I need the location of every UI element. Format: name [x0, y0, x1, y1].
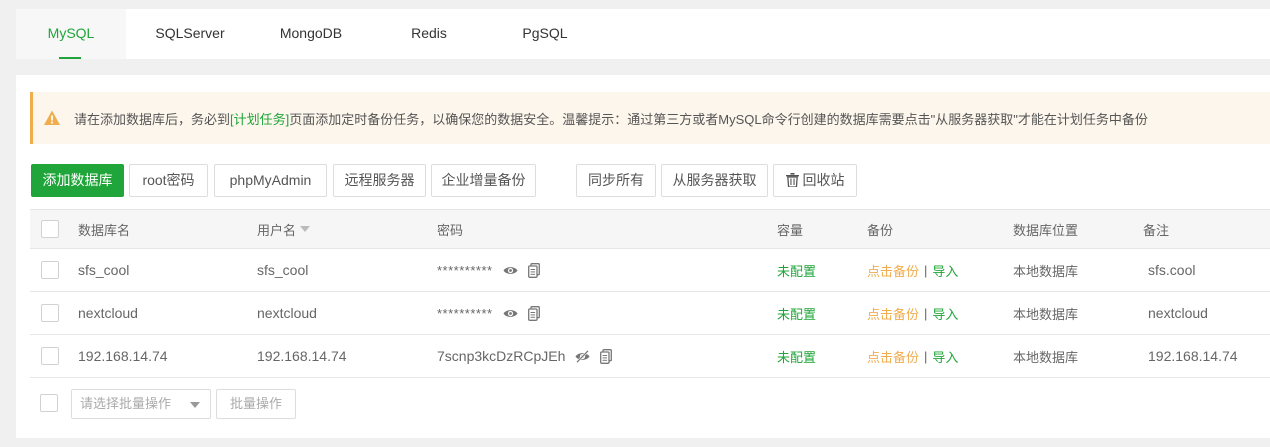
header-note: 备注 — [1143, 222, 1170, 238]
db-note[interactable]: nextcloud — [1148, 292, 1208, 334]
db-username: sfs_cool — [257, 262, 309, 278]
phpmyadmin-button[interactable]: phpMyAdmin — [214, 164, 327, 197]
tab-redis-label: Redis — [411, 25, 447, 41]
batch-operation-button[interactable]: 批量操作 — [216, 389, 296, 419]
header-username[interactable]: 用户名 — [257, 210, 311, 248]
backup-link[interactable]: 点击备份 — [867, 304, 919, 323]
backup-link[interactable]: 点击备份 — [867, 261, 919, 280]
eye-icon[interactable] — [503, 308, 518, 319]
table-row: nextcloud nextcloud ********** 未配置 点击备份 … — [30, 292, 1270, 335]
db-location: 本地数据库 — [1013, 306, 1079, 322]
db-name[interactable]: sfs_cool — [78, 249, 129, 291]
capacity-status[interactable]: 未配置 — [777, 249, 816, 291]
tab-mysql[interactable]: MySQL — [16, 9, 126, 59]
import-link[interactable]: 导入 — [932, 261, 958, 280]
link-separator: | — [924, 305, 928, 321]
alert-text-before: 请在添加数据库后，务必到 — [74, 111, 231, 127]
db-username: 192.168.14.74 — [257, 348, 347, 364]
import-link[interactable]: 导入 — [932, 347, 958, 366]
backup-tip-alert: 请在添加数据库后，务必到 [计划任务] 页面添加定时备份任务，以确保您的数据安全。温… — [30, 92, 1270, 144]
database-type-tabs: MySQL SQLServer MongoDB Redis PgSQL — [16, 9, 1270, 59]
batch-select-checkbox[interactable] — [40, 394, 58, 412]
backup-link[interactable]: 点击备份 — [867, 347, 919, 366]
batch-operation-select[interactable]: 请选择批量操作 — [71, 389, 211, 419]
cron-task-link[interactable]: [计划任务] — [230, 109, 289, 128]
tab-mongodb[interactable]: MongoDB — [261, 9, 361, 59]
copy-icon[interactable] — [527, 262, 540, 278]
fetch-from-server-button[interactable]: 从服务器获取 — [661, 164, 768, 197]
db-note[interactable]: 192.168.14.74 — [1148, 335, 1238, 377]
trash-icon — [785, 173, 799, 187]
recycle-bin-button[interactable]: 回收站 — [773, 164, 857, 197]
tab-pgsql-label: PgSQL — [522, 25, 568, 41]
warning-icon — [44, 110, 60, 125]
capacity-status[interactable]: 未配置 — [777, 335, 816, 377]
alert-text-after: 页面添加定时备份任务，以确保您的数据安全。温馨提示：通过第三方或者MySQL命令… — [289, 111, 1148, 127]
db-password: ********** — [437, 262, 493, 278]
header-capacity: 容量 — [777, 222, 804, 238]
db-name[interactable]: 192.168.14.74 — [78, 335, 168, 377]
header-name: 数据库名 — [78, 222, 131, 238]
active-tab-indicator — [59, 57, 81, 59]
link-separator: | — [924, 262, 928, 278]
enterprise-backup-button[interactable]: 企业增量备份 — [431, 164, 536, 197]
capacity-status[interactable]: 未配置 — [777, 292, 816, 334]
header-location: 数据库位置 — [1013, 222, 1079, 238]
eye-icon[interactable] — [503, 265, 518, 276]
batch-select-placeholder: 请选择批量操作 — [80, 396, 172, 411]
sort-caret-icon — [300, 226, 311, 232]
select-all-checkbox[interactable] — [41, 220, 59, 238]
row-checkbox[interactable] — [41, 261, 59, 279]
copy-icon[interactable] — [600, 348, 613, 364]
add-database-button[interactable]: 添加数据库 — [31, 164, 124, 197]
sync-all-button[interactable]: 同步所有 — [576, 164, 656, 197]
db-location: 本地数据库 — [1013, 263, 1079, 279]
tab-mysql-label: MySQL — [47, 25, 95, 41]
db-password: ********** — [437, 305, 493, 321]
tab-sqlserver[interactable]: SQLServer — [140, 9, 240, 59]
table-row: 192.168.14.74 192.168.14.74 7scnp3kcDzRC… — [30, 335, 1270, 378]
link-separator: | — [924, 348, 928, 364]
row-checkbox[interactable] — [41, 347, 59, 365]
import-link[interactable]: 导入 — [932, 304, 958, 323]
remote-server-button[interactable]: 远程服务器 — [333, 164, 426, 197]
tab-sqlserver-label: SQLServer — [155, 25, 225, 41]
recycle-bin-label: 回收站 — [802, 172, 845, 188]
root-password-button[interactable]: root密码 — [129, 164, 208, 197]
db-username: nextcloud — [257, 305, 317, 321]
db-note[interactable]: sfs.cool — [1148, 249, 1195, 291]
eye-off-icon[interactable] — [575, 349, 590, 363]
table-row: sfs_cool sfs_cool ********** 未配置 点击备份 | … — [30, 249, 1270, 292]
header-password: 密码 — [437, 222, 464, 238]
tab-mongodb-label: MongoDB — [279, 25, 343, 41]
header-username-label: 用户名 — [257, 222, 297, 238]
db-name[interactable]: nextcloud — [78, 292, 138, 334]
copy-icon[interactable] — [527, 305, 540, 321]
database-panel: 请在添加数据库后，务必到 [计划任务] 页面添加定时备份任务，以确保您的数据安全。温… — [16, 75, 1270, 438]
header-backup: 备份 — [867, 222, 894, 238]
db-location: 本地数据库 — [1013, 349, 1079, 365]
tab-pgsql[interactable]: PgSQL — [502, 9, 588, 59]
chevron-down-icon — [190, 402, 200, 408]
table-header: 数据库名 用户名 密码 容量 备份 数据库位置 备注 — [30, 209, 1270, 249]
tab-redis[interactable]: Redis — [386, 9, 472, 59]
row-checkbox[interactable] — [41, 304, 59, 322]
db-password: 7scnp3kcDzRCpJEh — [437, 348, 566, 364]
